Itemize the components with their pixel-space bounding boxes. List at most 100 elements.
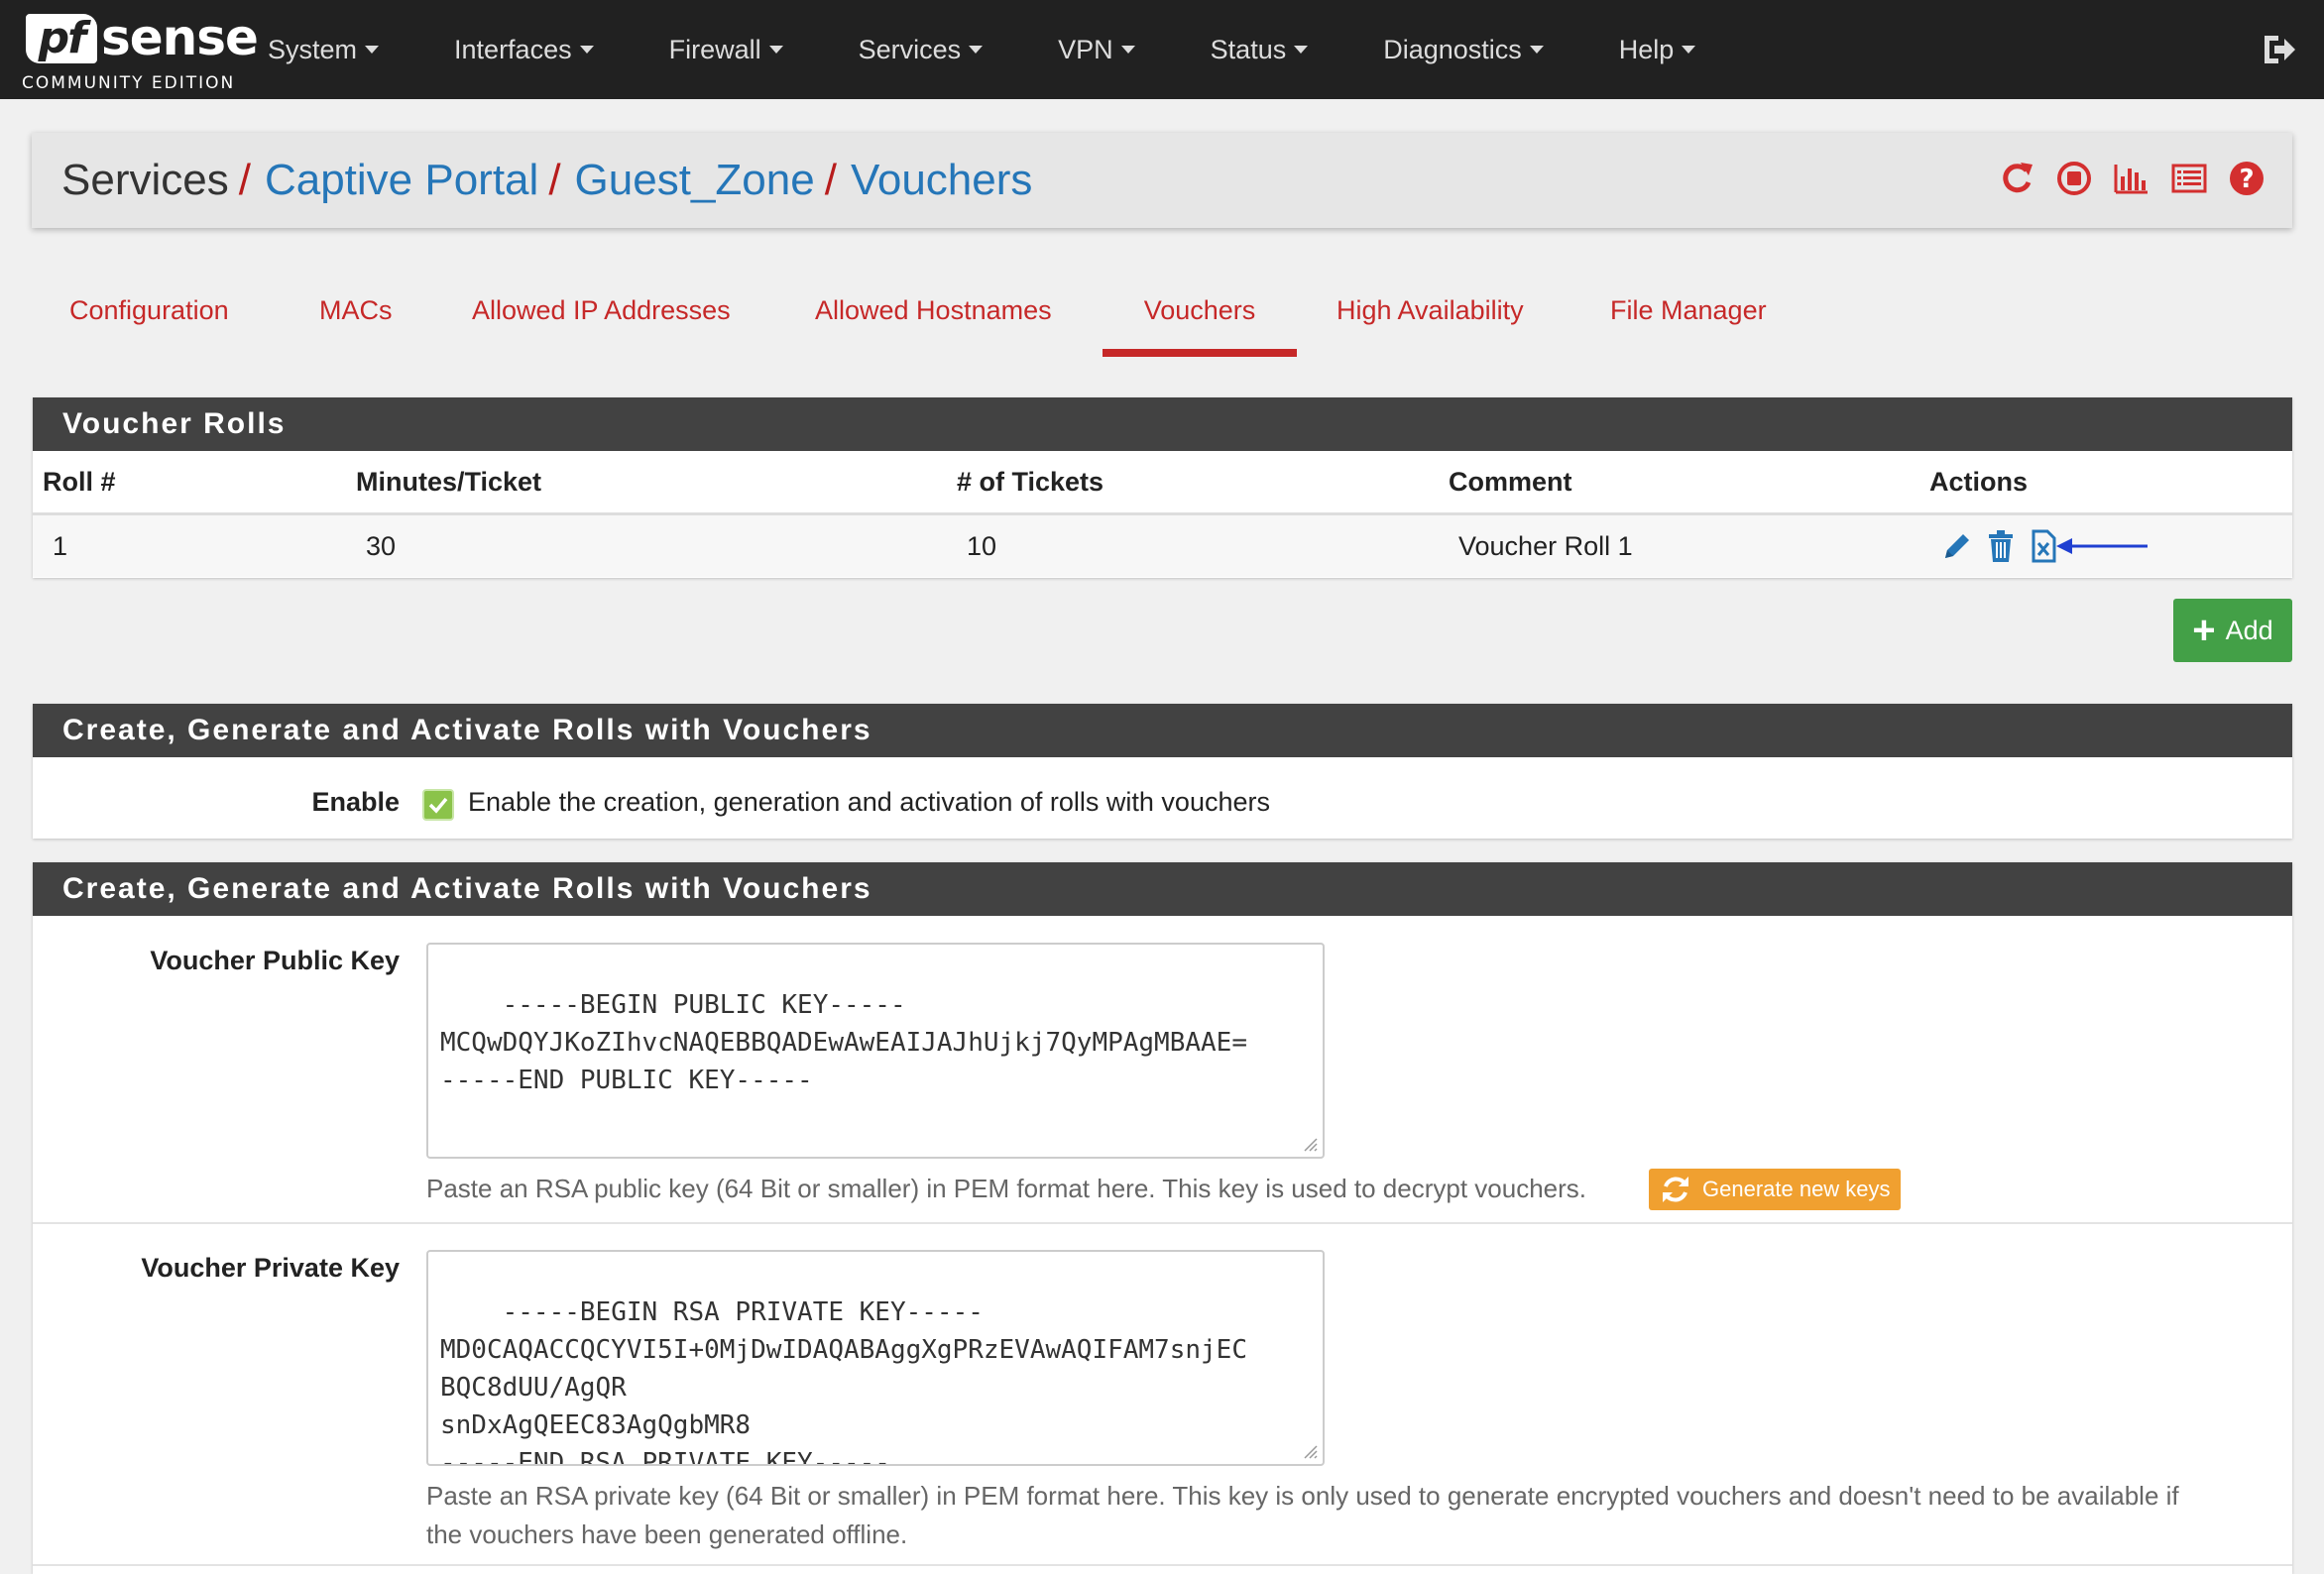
edit-pencil-icon[interactable] xyxy=(1939,528,1975,564)
breadcrumb-captive-portal[interactable]: Captive Portal xyxy=(265,156,538,205)
caret-down-icon xyxy=(1682,46,1696,54)
panel-title: Create, Generate and Activate Rolls with… xyxy=(33,704,2292,757)
table-row: 1 30 10 Voucher Roll 1 xyxy=(33,513,2292,578)
breadcrumb-actions: ? xyxy=(1997,159,2266,198)
cell-comment: Voucher Roll 1 xyxy=(1458,530,1633,561)
logout-icon[interactable] xyxy=(2259,30,2298,69)
cell-actions xyxy=(1929,514,2292,578)
panel-title: Create, Generate and Activate Rolls with… xyxy=(33,862,2292,916)
help-icon[interactable]: ? xyxy=(2227,159,2266,198)
private-key-textarea[interactable]: -----BEGIN RSA PRIVATE KEY----- MD0CAQAC… xyxy=(426,1250,1325,1466)
add-button[interactable]: + Add xyxy=(2173,599,2292,662)
arrow-annotation-icon xyxy=(2056,538,2148,554)
svg-text:?: ? xyxy=(2239,165,2254,194)
private-key-help: Paste an RSA private key (64 Bit or smal… xyxy=(426,1477,2270,1554)
menu-vpn[interactable]: VPN xyxy=(1058,35,1135,65)
keys-panel: Create, Generate and Activate Rolls with… xyxy=(33,862,2292,1574)
menu-label: Services xyxy=(858,34,962,64)
checkmark-icon xyxy=(428,797,448,814)
tab-file-manager[interactable]: File Manager xyxy=(1610,268,1767,357)
resize-handle-icon[interactable] xyxy=(1303,1137,1319,1153)
enable-description: Enable the creation, generation and acti… xyxy=(468,787,1270,817)
column-header: Minutes/Ticket xyxy=(356,451,957,515)
pfsense-logo[interactable]: pf sense COMMUNITY EDITION xyxy=(22,8,259,93)
caret-down-icon xyxy=(1120,46,1135,54)
caret-down-icon xyxy=(969,46,984,54)
column-header: Comment xyxy=(1449,451,1929,515)
stop-icon[interactable] xyxy=(2054,159,2094,198)
add-label: Add xyxy=(2225,615,2273,645)
menu-help[interactable]: Help xyxy=(1619,35,1696,65)
private-key-value: -----BEGIN RSA PRIVATE KEY----- MD0CAQAC… xyxy=(440,1297,1247,1466)
cell-tickets: 10 xyxy=(967,530,997,561)
column-header: Roll # xyxy=(33,451,356,515)
breadcrumb-guest-zone[interactable]: Guest_Zone xyxy=(575,156,815,205)
top-navbar: pf sense COMMUNITY EDITION System Interf… xyxy=(0,0,2324,99)
private-key-help-line2: the vouchers have been generated offline… xyxy=(426,1519,908,1549)
menu-system[interactable]: System xyxy=(268,34,380,65)
enable-label: Enable xyxy=(311,787,400,817)
logo-edition: COMMUNITY EDITION xyxy=(22,73,236,93)
public-key-value: -----BEGIN PUBLIC KEY----- MCQwDQYJKoZIh… xyxy=(440,990,1247,1095)
menu-services[interactable]: Services xyxy=(859,35,984,65)
breadcrumb-vouchers[interactable]: Vouchers xyxy=(851,156,1032,205)
refresh-icon xyxy=(1663,1177,1688,1202)
menu-label: Firewall xyxy=(668,34,761,64)
cell-roll: 1 xyxy=(53,530,68,561)
reload-icon[interactable] xyxy=(1997,159,2036,198)
tab-configuration[interactable]: Configuration xyxy=(69,268,229,357)
plus-icon: + xyxy=(2192,609,2216,652)
breadcrumb-services: Services xyxy=(61,156,229,204)
breadcrumb-separator: / xyxy=(238,156,251,204)
menu-label: System xyxy=(268,34,358,64)
enable-checkbox[interactable] xyxy=(422,789,454,821)
menu-diagnostics[interactable]: Diagnostics xyxy=(1383,35,1544,65)
menu-firewall[interactable]: Firewall xyxy=(669,35,783,65)
logo-pf: pf xyxy=(26,14,97,63)
breadcrumb-separator: / xyxy=(548,156,561,204)
tab-macs[interactable]: MACs xyxy=(319,268,393,357)
cell-minutes: 30 xyxy=(366,530,397,561)
voucher-rolls-panel: Voucher Rolls Roll # Minutes/Ticket # of… xyxy=(33,397,2292,578)
tab-high-availability[interactable]: High Availability xyxy=(1336,268,1524,357)
main-menu: System Interfaces Firewall Services VPN … xyxy=(268,0,1771,99)
log-icon[interactable] xyxy=(2169,159,2209,198)
caret-down-icon xyxy=(579,46,594,54)
breadcrumb: Services / Captive Portal / Guest_Zone /… xyxy=(61,133,1032,228)
row-divider xyxy=(33,1222,2292,1224)
menu-label: Diagnostics xyxy=(1383,34,1522,64)
menu-label: Interfaces xyxy=(454,34,572,64)
menu-interfaces[interactable]: Interfaces xyxy=(454,35,594,65)
menu-label: Status xyxy=(1210,34,1287,64)
tab-allowed-hostnames[interactable]: Allowed Hostnames xyxy=(815,268,1052,357)
public-key-textarea[interactable]: -----BEGIN PUBLIC KEY----- MCQwDQYJKoZIh… xyxy=(426,943,1325,1159)
delete-trash-icon[interactable] xyxy=(1983,528,2019,564)
column-header: # of Tickets xyxy=(957,451,1449,515)
resize-handle-icon[interactable] xyxy=(1303,1444,1319,1460)
table-header-row: Roll # Minutes/Ticket # of Tickets Comme… xyxy=(33,451,2292,515)
caret-down-icon xyxy=(1294,46,1309,54)
column-header: Actions xyxy=(1929,451,2292,515)
caret-down-icon xyxy=(365,46,380,54)
logo-sense: sense xyxy=(101,9,259,66)
private-key-help-line1: Paste an RSA private key (64 Bit or smal… xyxy=(426,1481,2179,1511)
voucher-rolls-table: Roll # Minutes/Ticket # of Tickets Comme… xyxy=(33,451,2292,577)
public-key-label: Voucher Public Key xyxy=(150,946,400,975)
menu-status[interactable]: Status xyxy=(1211,35,1309,65)
caret-down-icon xyxy=(768,46,783,54)
generate-keys-button[interactable]: Generate new keys xyxy=(1649,1169,1901,1210)
breadcrumb-separator: / xyxy=(824,156,837,204)
row-divider xyxy=(33,1564,2292,1566)
generate-keys-label: Generate new keys xyxy=(1702,1177,1891,1201)
private-key-label: Voucher Private Key xyxy=(141,1253,400,1283)
public-key-help: Paste an RSA public key (64 Bit or small… xyxy=(426,1174,1587,1203)
tab-vouchers[interactable]: Vouchers xyxy=(1103,268,1297,357)
breadcrumb-bar: Services / Captive Portal / Guest_Zone /… xyxy=(32,133,2292,228)
menu-label: VPN xyxy=(1058,34,1113,64)
tab-allowed-ip-addresses[interactable]: Allowed IP Addresses xyxy=(472,268,731,357)
caret-down-icon xyxy=(1529,46,1544,54)
chart-icon[interactable] xyxy=(2112,159,2151,198)
panel-title: Voucher Rolls xyxy=(33,397,2292,451)
menu-label: Help xyxy=(1618,34,1675,64)
enable-panel: Create, Generate and Activate Rolls with… xyxy=(33,704,2292,839)
